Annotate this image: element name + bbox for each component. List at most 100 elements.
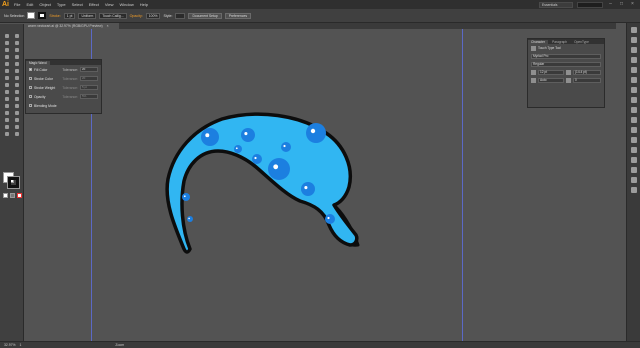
stroke-color-tolerance-field[interactable]: 20 — [80, 76, 98, 81]
variable-width-profile[interactable]: Uniform — [78, 12, 97, 19]
menu-effect[interactable]: Effect — [86, 0, 102, 9]
brushes-panel-icon[interactable] — [630, 57, 637, 63]
opacity-label[interactable]: Opacity: — [130, 14, 143, 18]
blending-mode-checkbox[interactable] — [29, 104, 32, 107]
curvature-tool-icon[interactable] — [13, 46, 21, 53]
brush-definition[interactable]: Touch Callig... — [99, 12, 127, 19]
slice-tool-icon[interactable] — [3, 123, 11, 130]
stroke-weight-tolerance-field[interactable]: 5 pt — [80, 85, 98, 90]
pencil-tool-icon[interactable] — [13, 67, 21, 74]
pathfinder-panel-icon[interactable] — [630, 157, 637, 163]
tab-character[interactable]: Character — [528, 40, 548, 45]
direct-selection-tool-icon[interactable] — [13, 32, 21, 39]
free-transform-tool-icon[interactable] — [3, 88, 11, 95]
artboard-number[interactable]: 1 — [20, 342, 22, 348]
stroke-color-swatch[interactable] — [38, 12, 47, 19]
none-mode-icon[interactable] — [17, 193, 22, 198]
menu-select[interactable]: Select — [69, 0, 86, 9]
stroke-weight-checkbox[interactable] — [29, 86, 32, 89]
fill-color-tolerance-field[interactable]: 20 — [80, 67, 98, 72]
close-icon[interactable]: × — [629, 1, 636, 8]
leading-field[interactable]: (14.4 pt) — [573, 69, 601, 75]
opacity-tolerance-field[interactable]: 5% — [80, 94, 98, 99]
canvas[interactable]: Magic Wand Fill Color Tolerance: 20 Stro… — [24, 29, 626, 341]
rotate-tool-icon[interactable] — [13, 74, 21, 81]
character-panel-icon[interactable] — [630, 177, 637, 183]
color-guide-icon[interactable] — [630, 37, 637, 43]
blend-tool-icon[interactable] — [3, 109, 11, 116]
eyedropper-tool-icon[interactable] — [13, 102, 21, 109]
touch-type-icon[interactable] — [531, 45, 536, 51]
menu-file[interactable]: File — [11, 0, 23, 9]
stroke-swatch[interactable] — [7, 176, 20, 189]
lasso-tool-icon[interactable] — [13, 39, 21, 46]
stroke-label[interactable]: Stroke: — [49, 14, 60, 18]
menu-help[interactable]: Help — [137, 0, 151, 9]
transform-panel-icon[interactable] — [630, 167, 637, 173]
minimize-icon[interactable]: – — [607, 1, 614, 8]
width-tool-icon[interactable] — [13, 81, 21, 88]
paintbrush-tool-icon[interactable] — [13, 60, 21, 67]
eraser-tool-icon[interactable] — [3, 74, 11, 81]
layers-panel-icon[interactable] — [630, 127, 637, 133]
graph-tool-icon[interactable] — [3, 116, 11, 123]
scale-tool-icon[interactable] — [3, 81, 11, 88]
workspace-switcher[interactable]: Essentials — [539, 1, 573, 8]
symbols-panel-icon[interactable] — [630, 67, 637, 73]
stroke-panel-icon[interactable] — [630, 77, 637, 83]
opacity-field[interactable]: 100% — [145, 12, 161, 19]
pen-tool-icon[interactable] — [3, 46, 11, 53]
hand-tool-icon[interactable] — [13, 123, 21, 130]
gradient-tool-icon[interactable] — [3, 102, 11, 109]
swatches-panel-icon[interactable] — [630, 47, 637, 53]
rectangle-tool-icon[interactable] — [3, 60, 11, 67]
transparency-panel-icon[interactable] — [630, 97, 637, 103]
zoom-tool-icon[interactable] — [3, 130, 11, 137]
tab-opentype[interactable]: OpenType — [571, 40, 592, 45]
preferences-button[interactable]: Preferences — [224, 12, 252, 19]
edit-toolbar-icon[interactable] — [13, 130, 21, 137]
shape-builder-tool-icon[interactable] — [13, 88, 21, 95]
search-input[interactable] — [577, 1, 603, 8]
gradient-panel-icon[interactable] — [630, 87, 637, 93]
font-family-field[interactable]: Myriad Pro — [531, 53, 601, 59]
perspective-grid-tool-icon[interactable] — [3, 95, 11, 102]
kerning-field[interactable]: Auto — [538, 77, 564, 83]
artboards-panel-icon[interactable] — [630, 137, 637, 143]
graphic-styles-icon[interactable] — [630, 117, 637, 123]
close-tab-icon[interactable]: × — [107, 24, 109, 28]
menu-object[interactable]: Object — [36, 0, 54, 9]
tab-paragraph[interactable]: Paragraph — [549, 40, 570, 45]
paragraph-panel-icon[interactable] — [630, 187, 637, 193]
stroke-color-checkbox[interactable] — [29, 77, 32, 80]
magic-wand-tool-icon[interactable] — [3, 39, 11, 46]
touch-type-label[interactable]: Touch Type Tool — [538, 46, 561, 50]
color-mode-icon[interactable] — [3, 193, 8, 198]
symbol-sprayer-tool-icon[interactable] — [13, 109, 21, 116]
tab-magic-wand[interactable]: Magic Wand — [26, 61, 50, 66]
opacity-checkbox[interactable] — [29, 95, 32, 98]
menu-view[interactable]: View — [102, 0, 117, 9]
menu-window[interactable]: Window — [116, 0, 136, 9]
zoom-level[interactable]: 32.97% — [4, 342, 16, 348]
shaper-tool-icon[interactable] — [3, 67, 11, 74]
tracking-field[interactable]: 0 — [573, 77, 601, 83]
fill-color-swatch[interactable] — [27, 12, 36, 19]
appearance-panel-icon[interactable] — [630, 107, 637, 113]
maximize-icon[interactable]: □ — [618, 1, 625, 8]
artboard-tool-icon[interactable] — [13, 116, 21, 123]
menu-edit[interactable]: Edit — [23, 0, 36, 9]
font-size-field[interactable]: 12 pt — [538, 69, 564, 75]
line-tool-icon[interactable] — [13, 53, 21, 60]
fill-color-checkbox[interactable] — [29, 68, 32, 71]
gradient-mode-icon[interactable] — [10, 193, 15, 198]
menu-type[interactable]: Type — [54, 0, 69, 9]
font-style-field[interactable]: Regular — [531, 61, 601, 67]
color-panel-icon[interactable] — [630, 27, 637, 33]
mesh-tool-icon[interactable] — [13, 95, 21, 102]
align-panel-icon[interactable] — [630, 147, 637, 153]
selection-tool-icon[interactable] — [3, 32, 11, 39]
document-setup-button[interactable]: Document Setup — [188, 12, 222, 19]
stroke-weight-field[interactable]: 1 pt — [63, 12, 76, 19]
type-tool-icon[interactable] — [3, 53, 11, 60]
